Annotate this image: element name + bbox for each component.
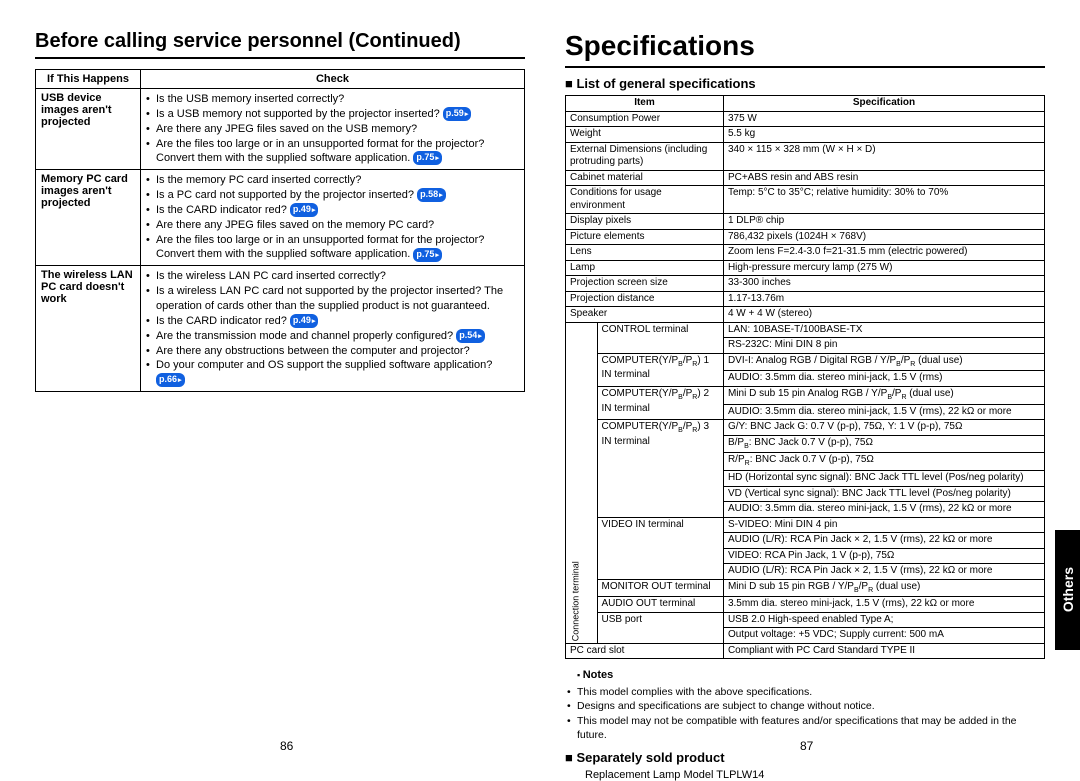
conn-sub: AUDIO OUT terminal — [597, 597, 723, 613]
conn-sub: COMPUTER(Y/PB/PR) 2 IN terminal — [597, 386, 723, 419]
spec-item: Weight — [566, 127, 724, 143]
conn-spec: VD (Vertical sync signal): BNC Jack TTL … — [723, 486, 1044, 502]
separate-text: Replacement Lamp Model TLPLW14 — [565, 769, 1045, 781]
conn-sub: VIDEO IN terminal — [597, 517, 723, 579]
spec-item: Consumption Power — [566, 111, 724, 127]
spec-value: Zoom lens F=2.4-3.0 f=21-31.5 mm (electr… — [723, 245, 1044, 261]
spec-item: Lamp — [566, 260, 724, 276]
spec-value: 1 DLP® chip — [723, 214, 1044, 230]
spec-item: Conditions for usage environment — [566, 186, 724, 214]
note-item: This model complies with the above speci… — [567, 685, 1045, 699]
conn-sub: MONITOR OUT terminal — [597, 579, 723, 597]
conn-spec: USB 2.0 High-speed enabled Type A; — [723, 612, 1044, 628]
note-item: This model may not be compatible with fe… — [567, 714, 1045, 742]
conn-spec: DVI-I: Analog RGB / Digital RGB / Y/PB/P… — [723, 353, 1044, 371]
page-ref: p.66 — [156, 373, 185, 387]
trouble-if: The wireless LAN PC card doesn't work — [36, 266, 141, 392]
page-ref: p.49 — [290, 314, 319, 328]
conn-sub: USB port — [597, 612, 723, 643]
spec-value: High-pressure mercury lamp (275 W) — [723, 260, 1044, 276]
col-item: Item — [566, 96, 724, 112]
spec-value: 786,432 pixels (1024H × 768V) — [723, 229, 1044, 245]
left-page: Before calling service personnel (Contin… — [35, 30, 525, 781]
page-ref: p.75 — [413, 151, 442, 165]
conn-spec: LAN: 10BASE-T/100BASE-TX — [723, 322, 1044, 338]
conn-spec: B/PB: BNC Jack 0.7 V (p-p), 75Ω — [723, 435, 1044, 453]
conn-sub: COMPUTER(Y/PB/PR) 1 IN terminal — [597, 353, 723, 386]
spec-value: PC+ABS resin and ABS resin — [723, 170, 1044, 186]
spec-item: Lens — [566, 245, 724, 261]
sub-general: List of general specifications — [565, 76, 1045, 91]
col-check: Check — [141, 70, 525, 89]
spec-value: 1.17-13.76m — [723, 291, 1044, 307]
conn-spec: Output voltage: +5 VDC; Supply current: … — [723, 628, 1044, 644]
conn-spec: Mini D sub 15 pin RGB / Y/PB/PR (dual us… — [723, 579, 1044, 597]
spec-table: Item Specification Consumption Power375 … — [565, 95, 1045, 659]
conn-sub: COMPUTER(Y/PB/PR) 3 IN terminal — [597, 420, 723, 518]
pagenum-right: 87 — [800, 739, 813, 753]
trouble-checks: Is the wireless LAN PC card inserted cor… — [141, 266, 525, 392]
right-title: Specifications — [565, 30, 1045, 68]
spec-value: 33-300 inches — [723, 276, 1044, 292]
spec-item: PC card slot — [566, 643, 724, 659]
spec-item: Projection screen size — [566, 276, 724, 292]
spec-item: Projection distance — [566, 291, 724, 307]
spec-value: Temp: 5°C to 35°C; relative humidity: 30… — [723, 186, 1044, 214]
spec-value: 375 W — [723, 111, 1044, 127]
conn-spec: AUDIO: 3.5mm dia. stereo mini-jack, 1.5 … — [723, 404, 1044, 420]
spec-value: Compliant with PC Card Standard TYPE II — [723, 643, 1044, 659]
spec-item: Picture elements — [566, 229, 724, 245]
spec-value: 340 × 115 × 328 mm (W × H × D) — [723, 142, 1044, 170]
conn-spec: RS-232C: Mini DIN 8 pin — [723, 338, 1044, 354]
side-tab-others: Others — [1055, 530, 1080, 650]
col-spec: Specification — [723, 96, 1044, 112]
conn-spec: VIDEO: RCA Pin Jack, 1 V (p-p), 75Ω — [723, 548, 1044, 564]
troubleshoot-table: If This Happens Check USB device images … — [35, 69, 525, 392]
notes-heading: Notes — [577, 669, 1045, 681]
conn-spec: AUDIO (L/R): RCA Pin Jack × 2, 1.5 V (rm… — [723, 564, 1044, 580]
conn-spec: S-VIDEO: Mini DIN 4 pin — [723, 517, 1044, 533]
conn-spec: AUDIO: 3.5mm dia. stereo mini-jack, 1.5 … — [723, 371, 1044, 387]
conn-spec: HD (Horizontal sync signal): BNC Jack TT… — [723, 471, 1044, 487]
page-ref: p.75 — [413, 248, 442, 262]
right-page: Specifications List of general specifica… — [565, 30, 1045, 781]
conn-spec: 3.5mm dia. stereo mini-jack, 1.5 V (rms)… — [723, 597, 1044, 613]
spec-item: Speaker — [566, 307, 724, 323]
pagenum-left: 86 — [280, 739, 293, 753]
conn-spec: AUDIO: 3.5mm dia. stereo mini-jack, 1.5 … — [723, 502, 1044, 518]
spec-item: Cabinet material — [566, 170, 724, 186]
spec-item: External Dimensions (including protrudin… — [566, 142, 724, 170]
spec-item: Display pixels — [566, 214, 724, 230]
conn-terminal-label: Connection terminal — [566, 322, 598, 643]
trouble-checks: Is the memory PC card inserted correctly… — [141, 170, 525, 266]
page-ref: p.54 — [456, 329, 485, 343]
trouble-if: Memory PC card images aren't projected — [36, 170, 141, 266]
spec-value: 4 W + 4 W (stereo) — [723, 307, 1044, 323]
conn-spec: R/PR: BNC Jack 0.7 V (p-p), 75Ω — [723, 453, 1044, 471]
page-ref: p.49 — [290, 203, 319, 217]
trouble-if: USB device images aren't projected — [36, 89, 141, 170]
page-ref: p.59 — [443, 107, 472, 121]
page-ref: p.58 — [417, 188, 446, 202]
note-item: Designs and specifications are subject t… — [567, 699, 1045, 713]
spec-value: 5.5 kg — [723, 127, 1044, 143]
conn-spec: AUDIO (L/R): RCA Pin Jack × 2, 1.5 V (rm… — [723, 533, 1044, 549]
notes-list: This model complies with the above speci… — [565, 685, 1045, 742]
conn-spec: G/Y: BNC Jack G: 0.7 V (p-p), 75Ω, Y: 1 … — [723, 420, 1044, 436]
left-title: Before calling service personnel (Contin… — [35, 30, 525, 59]
conn-spec: Mini D sub 15 pin Analog RGB / Y/PB/PR (… — [723, 386, 1044, 404]
trouble-checks: Is the USB memory inserted correctly?Is … — [141, 89, 525, 170]
conn-sub: CONTROL terminal — [597, 322, 723, 353]
col-if: If This Happens — [36, 70, 141, 89]
